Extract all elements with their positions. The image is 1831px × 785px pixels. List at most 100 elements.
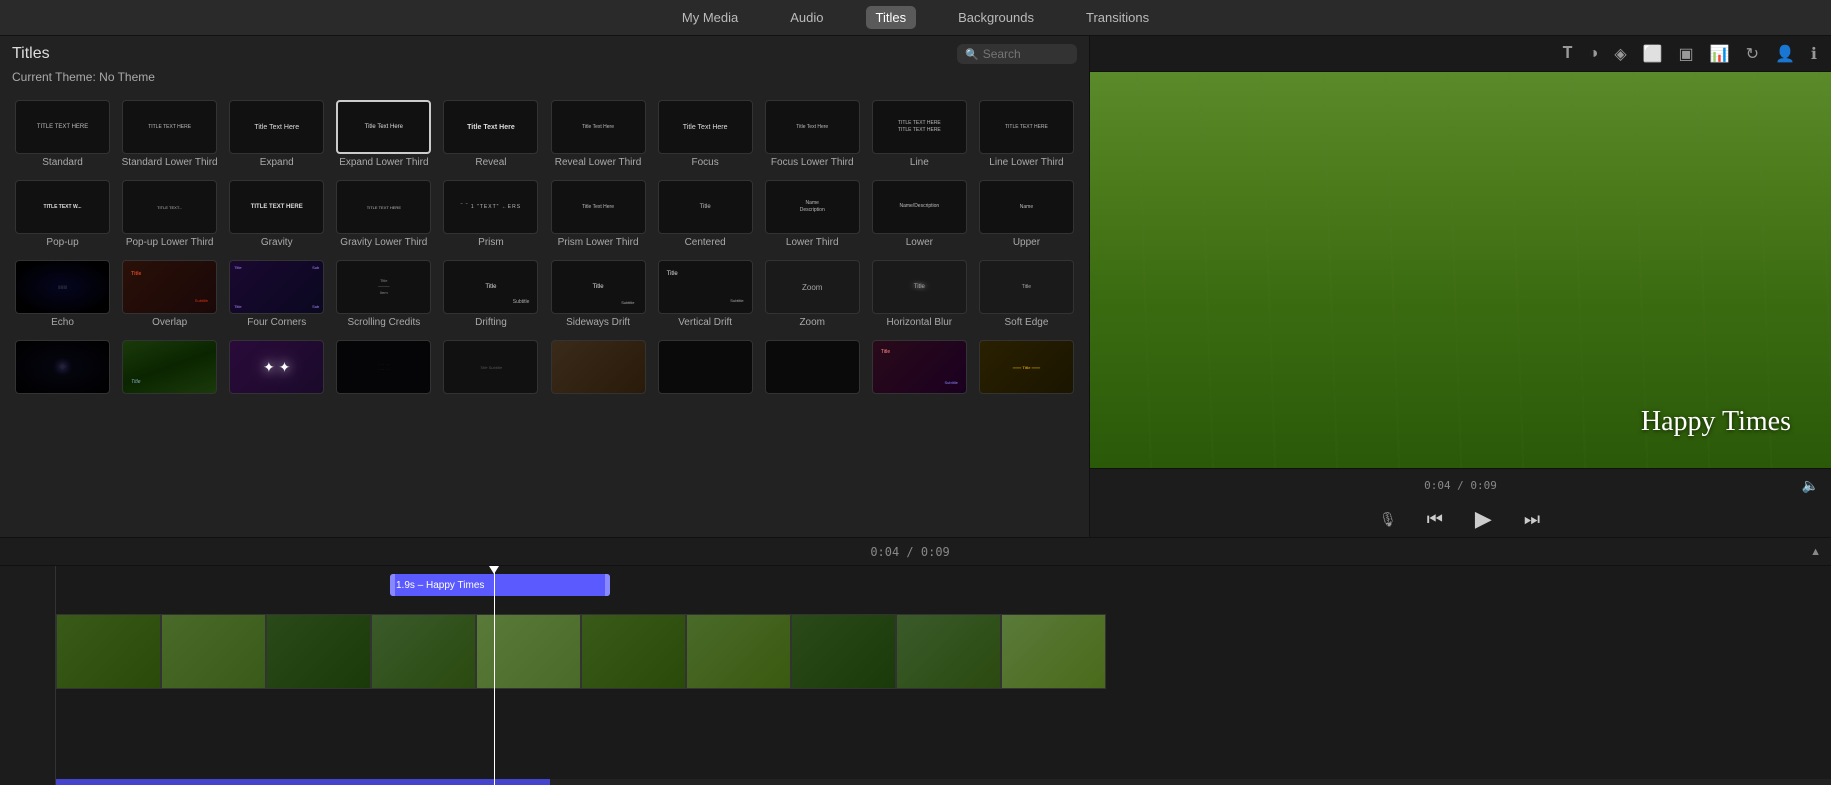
- skip-forward-button[interactable]: ⏭: [1518, 507, 1546, 532]
- title-thumb-zoom: Zoom: [765, 260, 860, 314]
- title-item-line-lower[interactable]: TITLE TEXT HERE Line Lower Third: [976, 98, 1077, 170]
- playhead[interactable]: [494, 566, 495, 785]
- title-thumb-echo: ||||||||: [15, 260, 110, 314]
- scroll-indicator: ▲: [1810, 546, 1821, 558]
- title-item-popup[interactable]: TITLE TEXT W... Pop-up: [12, 178, 113, 250]
- volume-icon[interactable]: 🔈: [1802, 477, 1819, 494]
- color-wheel-icon[interactable]: ◑: [1585, 43, 1603, 65]
- timeline-sidebar: [0, 566, 56, 785]
- title-item-expand-lower[interactable]: Title Text Here Expand Lower Third: [333, 98, 434, 170]
- panel-title: Titles: [12, 45, 50, 63]
- timecode-display: 0:04 / 0:09: [1424, 479, 1497, 492]
- title-item-row4-2[interactable]: ✦ ✦: [226, 338, 327, 399]
- title-label-drifting: Drifting: [475, 317, 507, 328]
- video-icon[interactable]: ▣: [1675, 42, 1698, 66]
- title-item-line[interactable]: TITLE TEXT HERETITLE TEXT HERE Line: [869, 98, 970, 170]
- nav-titles[interactable]: Titles: [866, 6, 917, 29]
- toolbar-right: 𝐓 ◑ ◈ ⬜ ▣ 📊 ↻ 👤 ℹ: [1090, 36, 1831, 72]
- title-thumb-scrolling: Title────Item: [336, 260, 431, 314]
- title-item-gravity[interactable]: TITLE TEXT HERE Gravity: [226, 178, 327, 250]
- search-input[interactable]: [983, 47, 1063, 61]
- title-label-centered: Centered: [685, 237, 726, 248]
- title-clip-handle-left[interactable]: [390, 574, 395, 596]
- title-item-row4-6[interactable]: [655, 338, 756, 399]
- filter-icon[interactable]: ◈: [1610, 42, 1630, 66]
- title-label-scrolling: Scrolling Credits: [347, 317, 420, 328]
- title-item-row4-9[interactable]: ═══ Title ═══: [976, 338, 1077, 399]
- title-label-soft-edge: Soft Edge: [1004, 317, 1048, 328]
- title-item-vertical[interactable]: Title Subtitle Vertical Drift: [655, 258, 756, 330]
- nav-backgrounds[interactable]: Backgrounds: [948, 6, 1044, 29]
- title-label-expand: Expand: [260, 157, 294, 168]
- title-thumb-expand-lower: Title Text Here: [336, 100, 431, 154]
- title-item-four-corners[interactable]: Title Sub Title Sub Four Corners: [226, 258, 327, 330]
- title-item-reveal[interactable]: Title Text Here Reveal: [440, 98, 541, 170]
- mic-button[interactable]: 🎙: [1375, 511, 1401, 528]
- title-item-focus-lower[interactable]: Title Text Here Focus Lower Third: [762, 98, 863, 170]
- audio-icon[interactable]: 📊: [1706, 42, 1734, 66]
- play-button[interactable]: ▶: [1469, 504, 1498, 534]
- nav-audio[interactable]: Audio: [780, 6, 833, 29]
- title-clip-handle-right[interactable]: [605, 574, 610, 596]
- title-item-row4-1[interactable]: Title: [119, 338, 220, 399]
- title-item-lower[interactable]: Name/Description Lower: [869, 178, 970, 250]
- info-icon[interactable]: ℹ: [1807, 42, 1821, 66]
- title-item-standard[interactable]: TITLE TEXT HERE Standard: [12, 98, 113, 170]
- skip-back-button[interactable]: ⏮: [1421, 507, 1449, 532]
- title-item-row4-7[interactable]: [762, 338, 863, 399]
- title-item-sideways[interactable]: Title Subtitle Sideways Drift: [547, 258, 648, 330]
- text-icon[interactable]: 𝐓: [1558, 43, 1576, 65]
- title-item-horizontal-blur[interactable]: Title Horizontal Blur: [869, 258, 970, 330]
- title-label-upper: Upper: [1013, 237, 1040, 248]
- title-thumb-upper: Name: [979, 180, 1074, 234]
- title-thumb-lower-third: NameDescription: [765, 180, 860, 234]
- title-item-row4-8[interactable]: Title Subtitle: [869, 338, 970, 399]
- titles-grid: TITLE TEXT HERE Standard TITLE TEXT HERE…: [12, 98, 1077, 399]
- title-item-row4-3[interactable]: · · · · ·· · · · ·: [333, 338, 434, 399]
- title-item-gravity-lower[interactable]: TITLE TEXT HERE Gravity Lower Third: [333, 178, 434, 250]
- person-icon[interactable]: 👤: [1771, 42, 1799, 66]
- title-item-standard-lower[interactable]: TITLE TEXT HERE Standard Lower Third: [119, 98, 220, 170]
- title-item-overlap[interactable]: Title Subtitle Overlap: [119, 258, 220, 330]
- title-thumb-standard-lower: TITLE TEXT HERE: [122, 100, 217, 154]
- titles-panel: Titles 🔍 Current Theme: No Theme TITLE T…: [0, 36, 1090, 537]
- title-label-prism: Prism: [478, 237, 504, 248]
- title-item-zoom[interactable]: Zoom Zoom: [762, 258, 863, 330]
- title-item-upper[interactable]: Name Upper: [976, 178, 1077, 250]
- title-thumb-horizontal-blur: Title: [872, 260, 967, 314]
- title-item-prism[interactable]: ‾ ‾ 1 "TEXT" ←ERS Prism: [440, 178, 541, 250]
- title-item-drifting[interactable]: Title Subtitle Drifting: [440, 258, 541, 330]
- title-item-soft-edge[interactable]: Title Soft Edge: [976, 258, 1077, 330]
- title-item-row4-5[interactable]: [547, 338, 648, 399]
- current-theme: Current Theme: No Theme: [0, 68, 1089, 90]
- title-item-centered[interactable]: Title Centered: [655, 178, 756, 250]
- nav-my-media[interactable]: My Media: [672, 6, 748, 29]
- title-label-gravity-lower: Gravity Lower Third: [340, 237, 427, 248]
- panel-header: Titles 🔍: [0, 36, 1089, 68]
- title-item-popup-lower[interactable]: TITLE TEXT... Pop-up Lower Third: [119, 178, 220, 250]
- title-thumb-gravity: TITLE TEXT HERE: [229, 180, 324, 234]
- video-progress-bar[interactable]: [56, 779, 1831, 785]
- video-progress-fill: [56, 779, 550, 785]
- title-clip[interactable]: 1.9s – Happy Times: [390, 574, 610, 596]
- title-item-reveal-lower[interactable]: Title Text Here Reveal Lower Third: [547, 98, 648, 170]
- nav-transitions[interactable]: Transitions: [1076, 6, 1159, 29]
- video-frame-2: [161, 614, 266, 689]
- title-item-echo[interactable]: |||||||| Echo: [12, 258, 113, 330]
- title-label-gravity: Gravity: [261, 237, 293, 248]
- title-label-popup-lower: Pop-up Lower Third: [126, 237, 214, 248]
- video-frame-1: [56, 614, 161, 689]
- title-item-expand[interactable]: Title Text Here Expand: [226, 98, 327, 170]
- crop-icon[interactable]: ⬜: [1639, 42, 1667, 66]
- title-thumb-reveal-lower: Title Text Here: [551, 100, 646, 154]
- title-item-scrolling[interactable]: Title────Item Scrolling Credits: [333, 258, 434, 330]
- search-box[interactable]: 🔍: [957, 44, 1077, 64]
- speed-icon[interactable]: ↻: [1742, 42, 1763, 66]
- title-item-row4-0[interactable]: ✦: [12, 338, 113, 399]
- title-item-lower-third[interactable]: NameDescription Lower Third: [762, 178, 863, 250]
- title-item-focus[interactable]: Title Text Here Focus: [655, 98, 756, 170]
- title-item-prism-lower[interactable]: Title Text Here Prism Lower Third: [547, 178, 648, 250]
- title-item-row4-4[interactable]: Title Subtitle: [440, 338, 541, 399]
- title-label-lower-third: Lower Third: [786, 237, 839, 248]
- title-thumb-lower: Name/Description: [872, 180, 967, 234]
